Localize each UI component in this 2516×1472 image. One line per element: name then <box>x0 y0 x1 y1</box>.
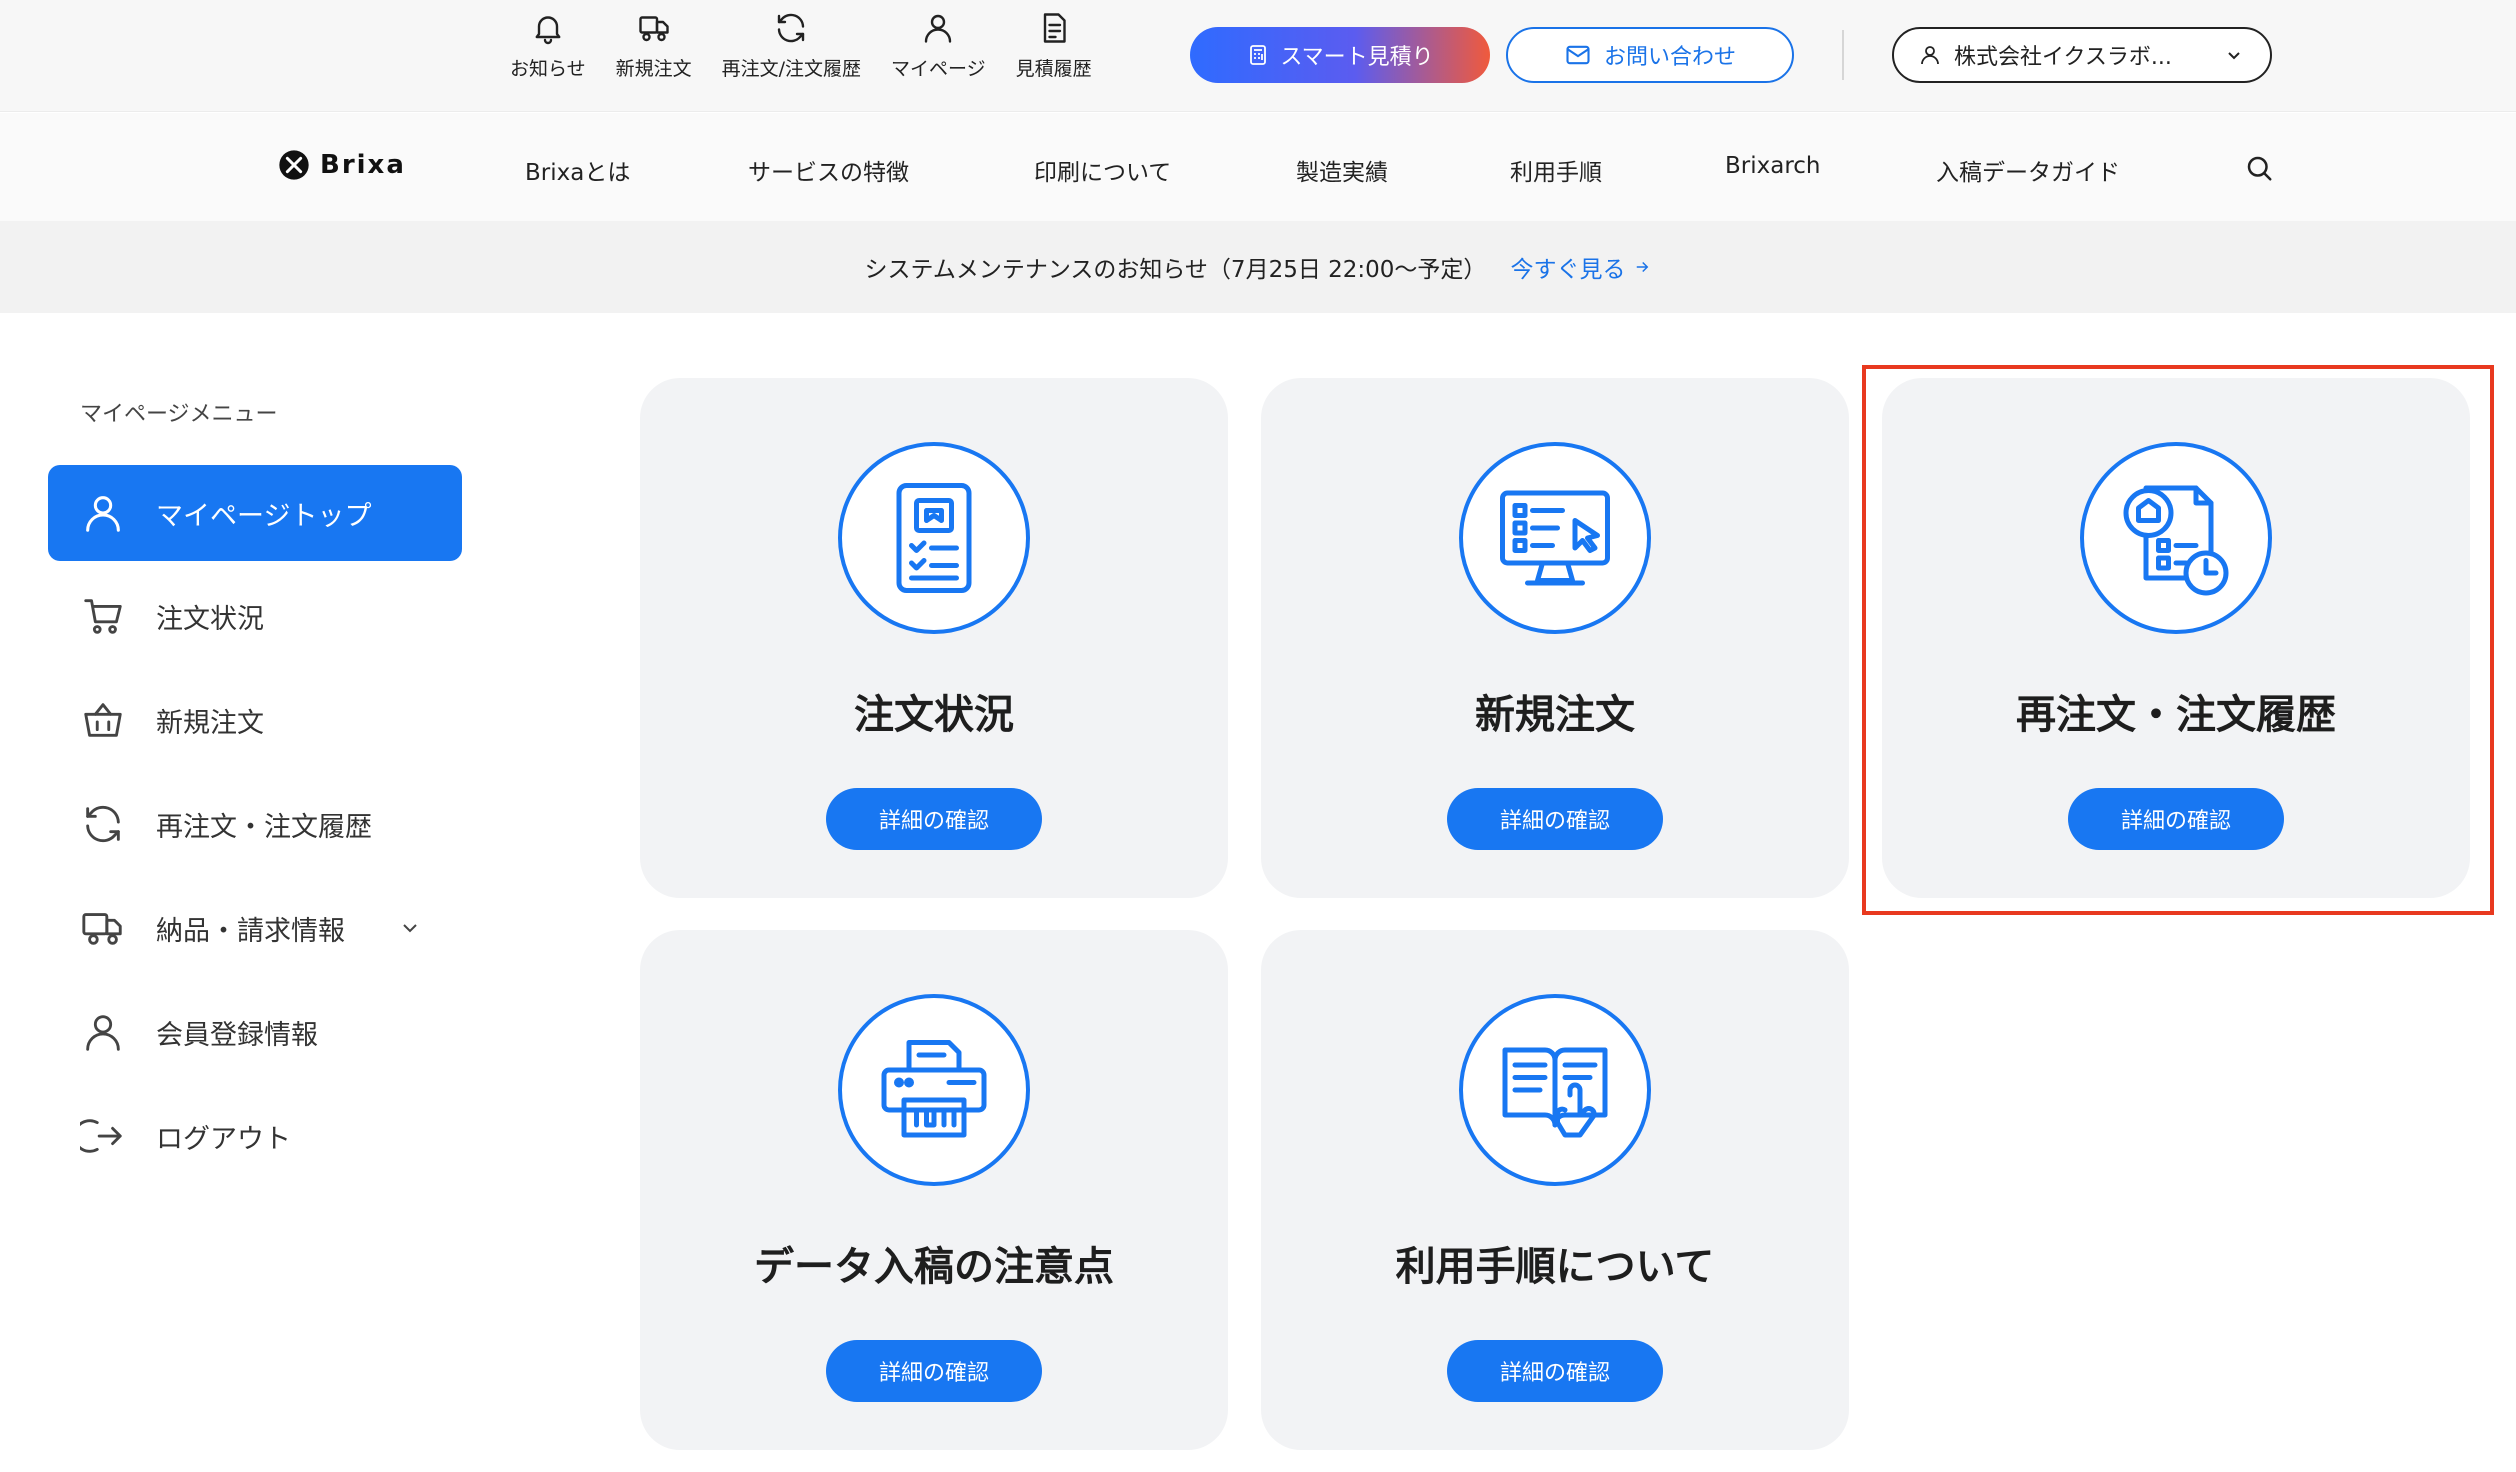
sidebar-item-mypage-top[interactable]: マイページトップ <box>48 465 462 561</box>
utility-label: 再注文/注文履歴 <box>721 58 862 80</box>
refresh-icon <box>778 13 805 43</box>
user-icon <box>86 496 120 532</box>
utility-bar: お知らせ 新規注文 再注文/注文履歴 マイページ 見積履歴 スマート見積り お問… <box>0 0 2516 112</box>
main-navigation: Brixa Brixaとは サービスの特徴 印刷について 製造実績 利用手順 B… <box>0 113 2516 221</box>
nav-item-results[interactable]: 製造実績 <box>1296 153 1388 187</box>
user-icon <box>1921 46 1939 65</box>
detail-button[interactable]: 詳細の確認 <box>826 1340 1042 1402</box>
book-hand-icon <box>1502 1047 1608 1138</box>
calculator-icon <box>1250 45 1267 65</box>
sidebar-item-new-order[interactable]: 新規注文 <box>48 672 462 768</box>
card-icon-circle <box>838 994 1030 1186</box>
utility-icons: お知らせ 新規注文 再注文/注文履歴 マイページ 見積履歴 <box>510 10 1122 81</box>
sidebar-heading: マイページメニュー <box>80 402 278 427</box>
utility-label: マイページ <box>891 58 986 80</box>
utility-notifications[interactable]: お知らせ <box>510 10 586 81</box>
cart-icon <box>84 599 122 634</box>
sidebar-item-label: マイページトップ <box>156 500 372 532</box>
sidebar-item-member-info[interactable]: 会員登録情報 <box>48 984 462 1080</box>
card-title: 利用手順について <box>1395 1244 1715 1290</box>
truck-icon <box>638 16 669 42</box>
card-icon-circle <box>1459 994 1651 1186</box>
detail-button[interactable]: 詳細の確認 <box>1447 1340 1663 1402</box>
divider <box>1842 30 1844 80</box>
sidebar-item-label: ログアウト <box>156 1123 291 1155</box>
chevron-down-icon[interactable] <box>398 916 422 940</box>
detail-button[interactable]: 詳細の確認 <box>826 788 1042 850</box>
maintenance-notice: システムメンテナンスのお知らせ（7月25日 22:00〜予定） 今すぐ見る <box>0 221 2516 313</box>
card-order-status: 注文状況 詳細の確認 <box>640 378 1228 898</box>
tablet-checklist-icon <box>896 483 972 593</box>
truck-icon <box>82 913 122 945</box>
detail-button[interactable]: 詳細の確認 <box>1447 788 1663 850</box>
utility-label: 見積履歴 <box>1015 58 1092 80</box>
document-icon <box>1043 13 1066 43</box>
smart-quote-button[interactable]: スマート見積り <box>1190 27 1490 83</box>
sidebar-item-delivery-billing[interactable]: 納品・請求情報 <box>48 880 462 976</box>
user-icon <box>86 1015 120 1051</box>
utility-quote-history[interactable]: 見積履歴 <box>1016 10 1092 81</box>
printer-icon <box>881 1040 987 1138</box>
sidebar-item-order-status[interactable]: 注文状況 <box>48 568 462 664</box>
nav-item-data-guide[interactable]: 入稿データガイド <box>1936 153 2120 187</box>
card-title: データ入稿の注意点 <box>754 1244 1114 1290</box>
card-data-submission: データ入稿の注意点 詳細の確認 <box>640 930 1228 1450</box>
brand-logo[interactable]: Brixa <box>278 149 406 181</box>
brixa-logo-icon <box>279 150 309 180</box>
utility-reorder-history[interactable]: 再注文/注文履歴 <box>722 10 861 81</box>
chevron-down-icon <box>2228 52 2240 60</box>
contact-button[interactable]: お問い合わせ <box>1506 27 1794 83</box>
highlight-box <box>1862 365 2494 915</box>
refresh-icon <box>86 805 120 843</box>
card-title: 注文状況 <box>854 692 1014 738</box>
sidebar-item-label: 新規注文 <box>156 707 264 739</box>
account-dropdown[interactable]: 株式会社イクスラボ... <box>1892 27 2272 83</box>
bell-icon <box>535 16 561 45</box>
sidebar-item-label: 会員登録情報 <box>156 1019 318 1051</box>
utility-label: 新規注文 <box>615 58 692 80</box>
monitor-form-icon <box>1500 490 1610 586</box>
account-label: 株式会社イクスラボ... <box>1954 45 2172 70</box>
utility-label: お知らせ <box>510 58 586 80</box>
chevron-right-icon <box>1637 261 1649 273</box>
utility-new-order[interactable]: 新規注文 <box>616 10 692 81</box>
smart-quote-label: スマート見積り <box>1280 45 1434 70</box>
sidebar-item-label: 再注文・注文履歴 <box>156 811 372 843</box>
contact-label: お問い合わせ <box>1603 45 1736 70</box>
sidebar-item-label: 納品・請求情報 <box>156 915 345 947</box>
card-icon-circle <box>838 442 1030 634</box>
brand-name: Brixa <box>320 150 406 180</box>
sidebar-item-label: 注文状況 <box>156 603 264 635</box>
nav-item-about[interactable]: Brixaとは <box>525 153 630 187</box>
utility-mypage[interactable]: マイページ <box>891 10 986 81</box>
sidebar-item-reorder-history[interactable]: 再注文・注文履歴 <box>48 776 462 872</box>
user-icon <box>925 14 952 43</box>
mail-icon <box>1566 45 1590 65</box>
card-new-order: 新規注文 詳細の確認 <box>1261 378 1849 898</box>
logout-icon <box>80 1119 122 1153</box>
card-usage-steps: 利用手順について 詳細の確認 <box>1261 930 1849 1450</box>
nav-item-brixarch[interactable]: Brixarch <box>1725 153 1821 179</box>
nav-item-features[interactable]: サービスの特徴 <box>748 153 909 187</box>
basket-icon <box>84 703 122 737</box>
nav-item-usage[interactable]: 利用手順 <box>1510 153 1602 187</box>
card-icon-circle <box>1459 442 1651 634</box>
nav-item-printing[interactable]: 印刷について <box>1034 153 1171 187</box>
sidebar-item-logout[interactable]: ログアウト <box>48 1088 462 1184</box>
notice-link[interactable]: 今すぐ見る <box>1510 250 1651 284</box>
notice-text: システムメンテナンスのお知らせ（7月25日 22:00〜予定） <box>864 257 1487 283</box>
search-icon[interactable] <box>2244 153 2274 183</box>
notice-link-label: 今すぐ見る <box>1510 257 1626 283</box>
card-title: 新規注文 <box>1475 692 1635 738</box>
